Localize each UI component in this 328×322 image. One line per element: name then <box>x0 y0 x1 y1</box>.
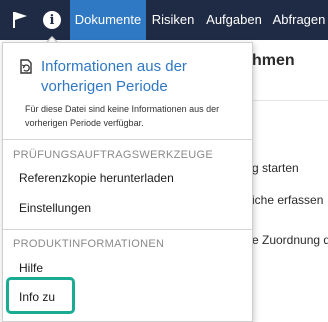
highlight-box <box>6 277 75 314</box>
background-line-3[interactable]: e Zuordnung de <box>252 233 328 247</box>
background-line-2[interactable]: iche erfassen <box>252 193 323 207</box>
background-title: hmen <box>252 52 295 69</box>
section-label-tools: PRÜFUNGSAUFTRAGSWERKZEUGE <box>13 149 214 161</box>
menu-divider <box>3 229 252 230</box>
previous-period-title[interactable]: Informationen aus der vorherigen Periode <box>41 57 246 97</box>
menu-item-help[interactable]: Hilfe <box>19 261 43 275</box>
info-dropdown-menu: Informationen aus der vorherigen Periode… <box>2 42 253 322</box>
background-divider <box>250 100 328 101</box>
tab-dokumente[interactable]: Dokumente <box>70 0 146 40</box>
top-navigation-bar: i Dokumente Risiken Aufgaben Abfragen <box>0 0 328 40</box>
tab-risiken[interactable]: Risiken <box>146 0 200 40</box>
section-label-product: PRODUKTINFORMATIONEN <box>13 238 165 250</box>
menu-divider <box>3 139 252 140</box>
info-glyph: i <box>43 11 61 29</box>
tab-abfragen[interactable]: Abfragen <box>268 0 328 40</box>
background-line-1[interactable]: g starten <box>252 161 299 175</box>
info-icon[interactable]: i <box>38 0 66 40</box>
previous-period-description: Für diese Datei sind keine Informationen… <box>25 104 220 128</box>
refresh-document-icon <box>17 57 33 75</box>
menu-item-settings[interactable]: Einstellungen <box>19 201 91 215</box>
tab-aufgaben[interactable]: Aufgaben <box>200 0 268 40</box>
flag-icon[interactable] <box>6 0 34 40</box>
menu-item-download-reference-copy[interactable]: Referenzkopie herunterladen <box>19 171 174 185</box>
